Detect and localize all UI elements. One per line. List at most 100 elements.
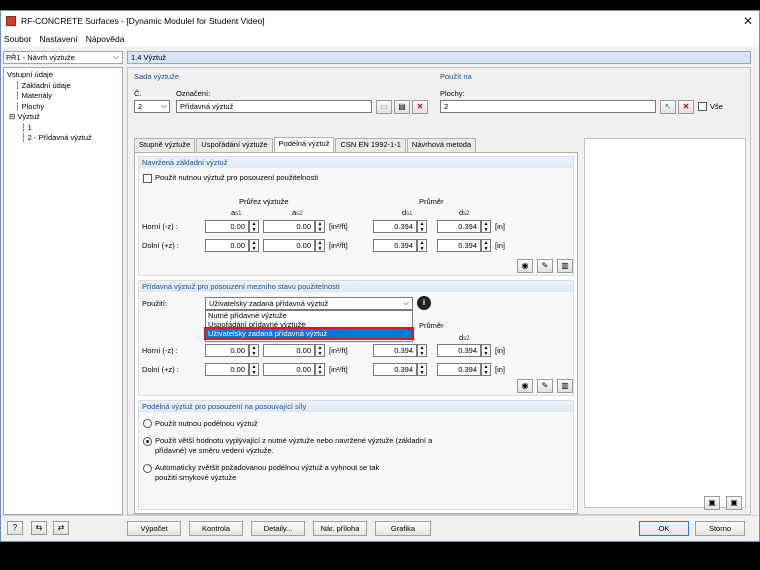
tree-item-2[interactable]: ┆ 2 - Přídavná výztuž <box>7 133 119 144</box>
horni-as1-input[interactable]: 0.00 <box>205 220 249 233</box>
copy-icon[interactable]: ▤ <box>394 100 410 114</box>
dropdown-option-selected[interactable]: Uživatelsky zadaná přídavná výztuž <box>204 327 414 340</box>
pridavna-header: Přídavná výztuž pro posouzení mezního st… <box>139 281 573 292</box>
col-ds2: ds2 <box>459 333 470 342</box>
prumer-label: Průměr <box>419 197 444 206</box>
pouziti-label: Použití: <box>142 299 168 308</box>
kontrola-button[interactable]: Kontrola <box>189 521 243 536</box>
tab-bar: Stupně výztuže Uspořádání výztuže Podéln… <box>134 137 477 152</box>
vypocet-button[interactable]: Výpočet <box>127 521 181 536</box>
export-icon[interactable]: ⇆ <box>31 521 47 535</box>
tab-pane: Navržená základní výztuž Použít nutnou v… <box>134 152 578 514</box>
tree-item-vstupni[interactable]: Vstupní údaje <box>7 70 119 81</box>
opt1-radio[interactable] <box>143 419 152 428</box>
spin-icon[interactable]: ▲ ▼ <box>481 344 491 357</box>
horni-ds2-input[interactable]: 0.394 <box>437 344 481 357</box>
vse-checkbox[interactable] <box>698 102 707 111</box>
spin-icon[interactable]: ▲ ▼ <box>249 239 259 252</box>
view-icon[interactable]: ◉ <box>517 259 533 273</box>
spin-icon[interactable]: ▲ ▼ <box>417 220 427 233</box>
dropdown-option[interactable]: Nutné přídavné výztuže <box>206 311 412 320</box>
tab-stupne[interactable]: Stupně výztuže <box>134 138 196 152</box>
select-icon[interactable]: ↖ <box>660 100 676 114</box>
dolni-ds1-input[interactable]: 0.394 <box>373 363 417 376</box>
spin-icon[interactable]: ▲ ▼ <box>481 220 491 233</box>
detaily-button[interactable]: Detaily... <box>251 521 305 536</box>
tree-item-zakladni[interactable]: ┆ Základní údaje <box>7 81 119 92</box>
book-icon[interactable]: ▥ <box>557 259 573 273</box>
tab-podelna[interactable]: Podélná výztuž <box>273 137 335 152</box>
spin-icon[interactable]: ▲ ▼ <box>315 344 325 357</box>
tab-csn[interactable]: CSN EN 1992-1-1 <box>335 138 406 152</box>
opt3-label-1: Automaticky zvětšit požadovanou podélnou… <box>155 463 380 472</box>
dolni-ds2-input[interactable]: 0.394 <box>437 363 481 376</box>
pouziti-select[interactable]: Uživatelsky zadaná přídavná výztuž ⌵ <box>205 297 413 310</box>
graphic-icon[interactable]: ▣ <box>726 496 742 510</box>
spin-icon[interactable]: ▲ ▼ <box>249 220 259 233</box>
import-icon[interactable]: ⇄ <box>53 521 69 535</box>
spin-icon[interactable]: ▲ ▼ <box>481 363 491 376</box>
opt3-radio[interactable] <box>143 464 152 473</box>
nar-priloha-button[interactable]: Nár. příloha <box>313 521 367 536</box>
spin-icon[interactable]: ▲ ▼ <box>315 220 325 233</box>
dolni-as1-input[interactable]: 0.00 <box>205 239 249 252</box>
menu-bar: Soubor Nastavení Nápověda <box>1 31 759 47</box>
oznaceni-input[interactable]: Přídavná výztuž <box>176 100 372 113</box>
spin-icon[interactable]: ▲ ▼ <box>249 344 259 357</box>
menu-napoveda[interactable]: Nápověda <box>86 34 125 44</box>
opt2-radio[interactable] <box>143 437 152 446</box>
dolni-ds2-input[interactable]: 0.394 <box>437 239 481 252</box>
menu-soubor[interactable]: Soubor <box>4 34 31 44</box>
horni-ds1-input[interactable]: 0.394 <box>373 220 417 233</box>
dolni-as2-input[interactable]: 0.00 <box>263 239 315 252</box>
book-icon[interactable]: ▥ <box>557 379 573 393</box>
tree-item-plochy[interactable]: ┆ Plochy <box>7 102 119 113</box>
ok-button[interactable]: OK <box>639 521 689 536</box>
c-label: Č. <box>134 89 142 98</box>
dolni-as1-input[interactable]: 0.00 <box>205 363 249 376</box>
view-icon[interactable]: ◉ <box>517 379 533 393</box>
edit-icon[interactable]: ✎ <box>537 259 553 273</box>
tree-item-materialy[interactable]: ┆ Materiály <box>7 91 119 102</box>
dropdown-option[interactable]: Uspořádání přídavné výztuže <box>206 320 412 329</box>
horni-as2-input[interactable]: 0.00 <box>263 220 315 233</box>
delete-icon[interactable]: ✕ <box>412 100 428 114</box>
plochy-input[interactable]: 2 <box>440 100 656 113</box>
graphic-icon[interactable]: ▣ <box>704 496 720 510</box>
tree-item-1[interactable]: ┆ 1 <box>7 123 119 134</box>
horni-ds2-input[interactable]: 0.394 <box>437 220 481 233</box>
opt3-label-2: použití smykové výztuže <box>155 473 237 482</box>
horni-as2-input[interactable]: 0.00 <box>263 344 315 357</box>
spin-icon[interactable]: ▲ ▼ <box>315 363 325 376</box>
tab-navrhova[interactable]: Návrhová metoda <box>406 138 477 152</box>
dolni-as2-input[interactable]: 0.00 <box>263 363 315 376</box>
opt2-label-2: přídavné) ve směru vedení výztuže. <box>155 446 274 455</box>
delete-icon[interactable]: ✕ <box>678 100 694 114</box>
storno-button[interactable]: Storno <box>695 521 745 536</box>
chevron-down-icon: ⌵ <box>161 101 167 110</box>
horni-ds1-input[interactable]: 0.394 <box>373 344 417 357</box>
info-icon[interactable]: i <box>417 296 431 310</box>
grafika-button[interactable]: Grafika <box>375 521 431 536</box>
c-select[interactable]: 2 ⌵ <box>134 100 170 113</box>
tab-usporadani[interactable]: Uspořádání výztuže <box>196 138 273 152</box>
horni-as1-input[interactable]: 0.00 <box>205 344 249 357</box>
menu-nastaveni[interactable]: Nastavení <box>39 34 77 44</box>
spin-icon[interactable]: ▲ ▼ <box>417 363 427 376</box>
spin-icon[interactable]: ▲ ▼ <box>315 239 325 252</box>
unit-label: [in] <box>495 241 506 250</box>
spin-icon[interactable]: ▲ ▼ <box>417 344 427 357</box>
case-select[interactable]: PŘ1 - Návrh výztuže ⌵ <box>3 51 123 64</box>
navrzena-group: Navržená základní výztuž Použít nutnou v… <box>138 156 574 276</box>
nutna-checkbox[interactable] <box>143 174 152 183</box>
spin-icon[interactable]: ▲ ▼ <box>481 239 491 252</box>
dolni-ds1-input[interactable]: 0.394 <box>373 239 417 252</box>
podelna-header: Podélná výztuž pro posouzení na posouvaj… <box>139 401 573 412</box>
spin-icon[interactable]: ▲ ▼ <box>249 363 259 376</box>
spin-icon[interactable]: ▲ ▼ <box>417 239 427 252</box>
help-icon[interactable]: ? <box>7 521 23 535</box>
edit-icon[interactable]: ✎ <box>537 379 553 393</box>
tree-item-vyztuz[interactable]: ⊟ Výztuž <box>7 112 119 123</box>
close-icon[interactable]: ✕ <box>743 14 753 28</box>
new-folder-icon[interactable]: ▭ <box>376 100 392 114</box>
